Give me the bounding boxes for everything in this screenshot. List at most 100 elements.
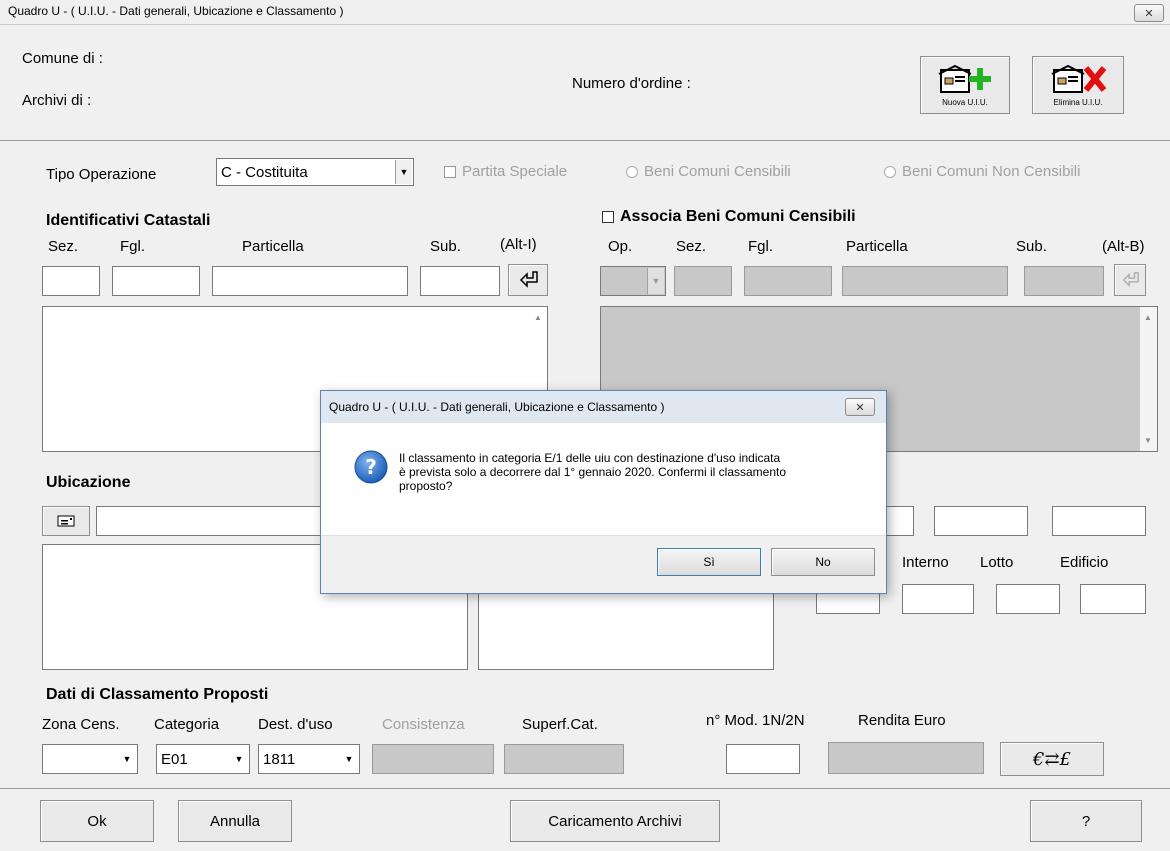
- mod-label: n° Mod. 1N/2N: [706, 712, 805, 729]
- assoc-fgl-label: Fgl.: [748, 238, 774, 255]
- alt-b-label: (Alt-B): [1102, 238, 1145, 255]
- chevron-down-icon[interactable]: ▼: [395, 160, 412, 184]
- help-button[interactable]: ?: [1030, 800, 1142, 842]
- elimina-uiu-button[interactable]: Elimina U.I.U.: [1032, 56, 1124, 114]
- categoria-label: Categoria: [154, 716, 220, 733]
- header-separator: [0, 140, 1170, 141]
- sez-field[interactable]: [42, 266, 100, 296]
- assoc-fgl-field[interactable]: [744, 266, 832, 296]
- particella-field[interactable]: [212, 266, 408, 296]
- beni-non-censibili-label: Beni Comuni Non Censibili: [902, 163, 1081, 180]
- partita-speciale-label: Partita Speciale: [462, 163, 568, 180]
- fgl-label: Fgl.: [120, 238, 146, 255]
- zona-cens-label: Zona Cens.: [42, 716, 120, 733]
- assoc-particella-label: Particella: [846, 238, 908, 255]
- dest-uso-label: Dest. d'uso: [258, 716, 333, 733]
- ubicazione-lookup-button[interactable]: [42, 506, 90, 536]
- nuova-uiu-button[interactable]: Nuova U.I.U.: [920, 56, 1010, 114]
- insert-identificativo-button[interactable]: [508, 264, 548, 296]
- edificio-label: Edificio: [1060, 554, 1109, 571]
- interno-field[interactable]: [902, 584, 974, 614]
- superf-cat-field[interactable]: [504, 744, 624, 774]
- consistenza-label: Consistenza: [382, 716, 465, 733]
- chevron-down-icon[interactable]: ▼: [118, 746, 136, 772]
- house-add-icon: [938, 64, 991, 93]
- dialog-title: Quadro U - ( U.I.U. - Dati generali, Ubi…: [329, 400, 665, 414]
- identificativi-title: Identificativi Catastali: [46, 212, 211, 229]
- dialog-yes-button[interactable]: Sì: [657, 548, 761, 576]
- radio-icon: [884, 166, 896, 179]
- dest-uso-value: 1811: [263, 751, 296, 768]
- scrollbar[interactable]: ▲ ▼: [1140, 307, 1157, 451]
- confirm-dialog: Quadro U - ( U.I.U. - Dati generali, Ubi…: [320, 390, 887, 594]
- dialog-message-line-3: proposto?: [399, 479, 453, 493]
- window-close-button[interactable]: ✕: [1134, 4, 1164, 22]
- dialog-no-button[interactable]: No: [771, 548, 875, 576]
- alt-i-label: (Alt-I): [500, 236, 537, 253]
- assoc-sub-field[interactable]: [1024, 266, 1104, 296]
- assoc-sub-label: Sub.: [1016, 238, 1047, 255]
- chevron-down-icon[interactable]: ▼: [647, 268, 664, 294]
- question-icon: ?: [354, 450, 388, 484]
- card-icon: [57, 515, 75, 527]
- dialog-message: Il classamento in categoria E/1 delle ui…: [399, 451, 786, 493]
- caricamento-archivi-button[interactable]: Caricamento Archivi: [510, 800, 720, 842]
- window-titlebar: Quadro U - ( U.I.U. - Dati generali, Ubi…: [0, 0, 1170, 25]
- ok-button[interactable]: Ok: [40, 800, 154, 842]
- op-label: Op.: [608, 238, 633, 255]
- insert-associa-button[interactable]: [1114, 264, 1146, 296]
- footer-separator: [0, 788, 1170, 789]
- beni-censibili-label: Beni Comuni Censibili: [644, 163, 791, 180]
- classamento-title: Dati di Classamento Proposti: [46, 686, 269, 703]
- rendita-field[interactable]: [828, 742, 984, 774]
- numero-ordine-label: Numero d'ordine :: [572, 75, 691, 92]
- ubicazione-address-field[interactable]: [96, 506, 326, 536]
- currency-convert-button[interactable]: €⇄£: [1000, 742, 1104, 776]
- superf-cat-label: Superf.Cat.: [522, 716, 598, 733]
- archivi-label: Archivi di :: [22, 92, 92, 109]
- fgl-field[interactable]: [112, 266, 200, 296]
- associa-checkbox[interactable]: Associa Beni Comuni Censibili: [602, 208, 856, 226]
- annulla-button[interactable]: Annulla: [178, 800, 292, 842]
- assoc-particella-field[interactable]: [842, 266, 1008, 296]
- dialog-close-button[interactable]: ✕: [845, 398, 875, 416]
- beni-non-censibili-radio[interactable]: Beni Comuni Non Censibili: [884, 163, 1080, 180]
- interno-label: Interno: [902, 554, 949, 571]
- categoria-value: E01: [161, 751, 188, 768]
- partita-speciale-checkbox[interactable]: Partita Speciale: [444, 163, 567, 180]
- dest-uso-select[interactable]: 1811 ▼: [258, 744, 360, 774]
- checkbox-icon: [444, 166, 456, 179]
- nuova-uiu-label: Nuova U.I.U.: [942, 97, 988, 107]
- dialog-footer: Sì No: [321, 535, 886, 593]
- mod-field[interactable]: [726, 744, 800, 774]
- house-delete-icon: [1051, 64, 1107, 93]
- categoria-select[interactable]: E01 ▼: [156, 744, 250, 774]
- sub-field[interactable]: [420, 266, 500, 296]
- associa-title: Associa Beni Comuni Censibili: [620, 208, 856, 225]
- tipo-operazione-label: Tipo Operazione: [46, 166, 157, 183]
- dialog-body: ? Il classamento in categoria E/1 delle …: [321, 423, 886, 535]
- enter-icon: [519, 271, 538, 288]
- beni-censibili-radio[interactable]: Beni Comuni Censibili: [626, 163, 791, 180]
- civico-field-2[interactable]: [934, 506, 1028, 536]
- particella-label: Particella: [242, 238, 304, 255]
- dialog-titlebar: Quadro U - ( U.I.U. - Dati generali, Ubi…: [321, 391, 886, 423]
- civico-field-3[interactable]: [1052, 506, 1146, 536]
- chevron-down-icon[interactable]: ▼: [340, 746, 358, 772]
- consistenza-field[interactable]: [372, 744, 494, 774]
- tipo-operazione-select[interactable]: C - Costituita ▼: [216, 158, 414, 186]
- sez-label: Sez.: [48, 238, 79, 255]
- assoc-sez-label: Sez.: [676, 238, 707, 255]
- euro-pound-icon: €⇄£: [1033, 748, 1071, 770]
- dialog-message-line-2: è prevista solo a decorrere dal 1° genna…: [399, 465, 787, 479]
- lotto-field[interactable]: [996, 584, 1060, 614]
- lotto-label: Lotto: [980, 554, 1014, 571]
- chevron-down-icon[interactable]: ▼: [230, 746, 248, 772]
- radio-icon: [626, 166, 638, 179]
- edificio-field[interactable]: [1080, 584, 1146, 614]
- assoc-sez-field[interactable]: [674, 266, 732, 296]
- checkbox-icon: [602, 210, 614, 223]
- elimina-uiu-label: Elimina U.I.U.: [1053, 97, 1103, 107]
- assoc-op-select[interactable]: ▼: [600, 266, 666, 296]
- zona-cens-select[interactable]: ▼: [42, 744, 138, 774]
